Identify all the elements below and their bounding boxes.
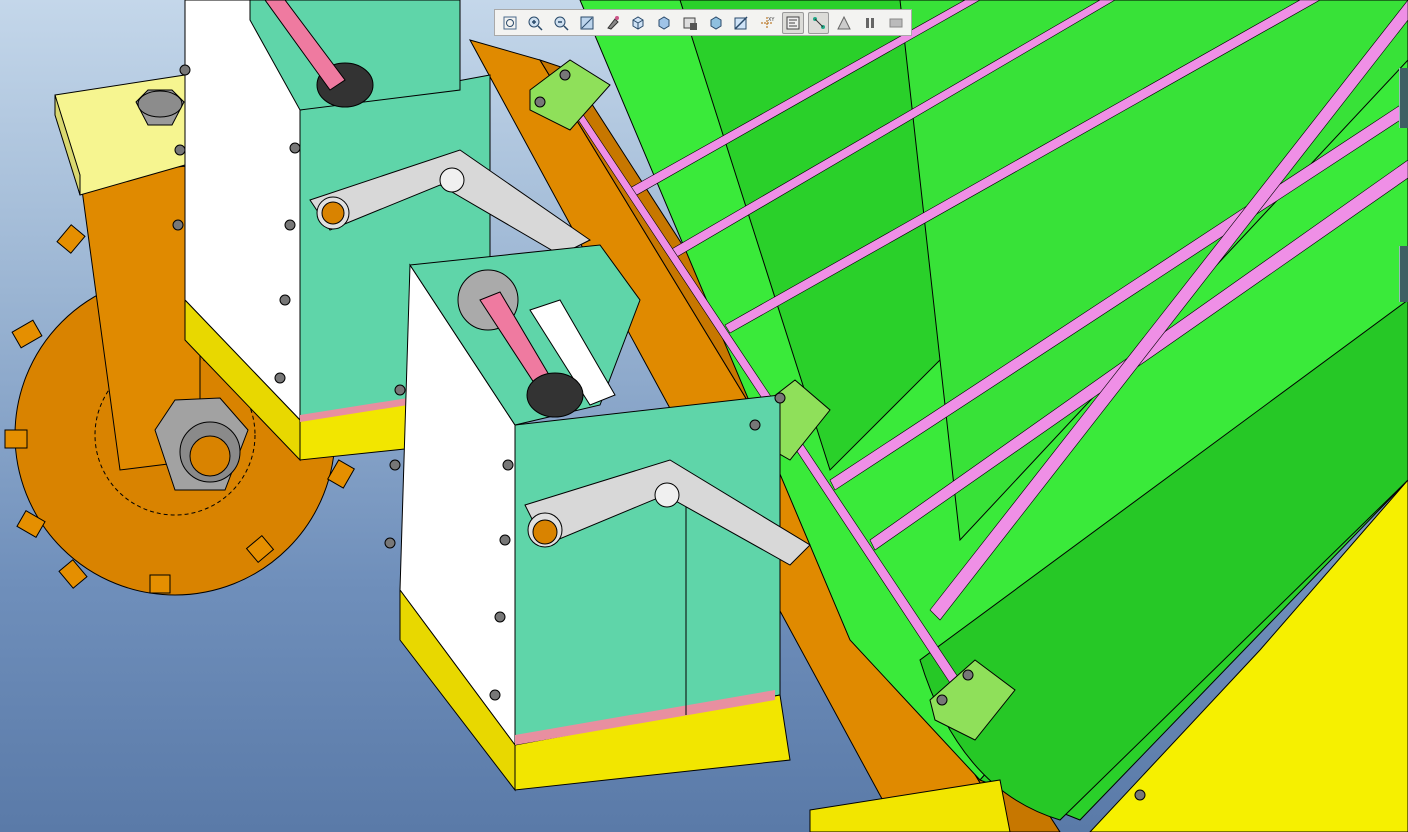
zoom-window-icon [580,16,594,29]
saved-views-button[interactable] [679,12,700,34]
analysis-button[interactable] [834,12,855,34]
zoom-window-button[interactable] [576,12,597,34]
cross-section-button[interactable] [731,12,752,34]
connection-button[interactable] [808,11,830,34]
scroll-marker-top[interactable] [1399,68,1408,128]
display-style-icon [658,15,670,30]
cad-scene[interactable] [0,0,1408,832]
view-orientation-icon [632,15,644,30]
appearance-button[interactable] [705,12,726,34]
svg-text:XY: XY [768,17,775,23]
view-toolbar: XY [494,9,912,36]
pause-button[interactable] [860,12,881,34]
zoom-out-icon [554,16,569,31]
cross-section-icon [734,15,748,30]
view-orientation-button[interactable] [628,12,649,34]
display-style-button[interactable] [654,12,675,34]
zoom-out-button[interactable] [551,12,572,34]
command-button[interactable] [885,12,906,34]
datum-display-button[interactable]: XY [757,12,778,34]
appearance-icon [710,15,722,30]
repaint-icon [606,15,619,30]
zoom-in-button[interactable] [525,12,546,34]
saved-views-icon [683,17,697,30]
pause-icon [866,17,875,28]
analysis-icon [837,15,852,29]
zoom-fit-icon [503,16,517,29]
connection-icon [812,16,825,29]
zoom-fit-button[interactable] [499,12,520,34]
datum-display-icon: XY [761,16,775,29]
zoom-in-icon [528,16,543,31]
repaint-button[interactable] [602,12,623,34]
model-tree-button[interactable] [782,11,804,34]
model-viewport[interactable]: XY [0,0,1408,832]
model-tree-icon [786,16,800,29]
scroll-marker-mid[interactable] [1399,246,1408,302]
command-icon [889,18,903,27]
